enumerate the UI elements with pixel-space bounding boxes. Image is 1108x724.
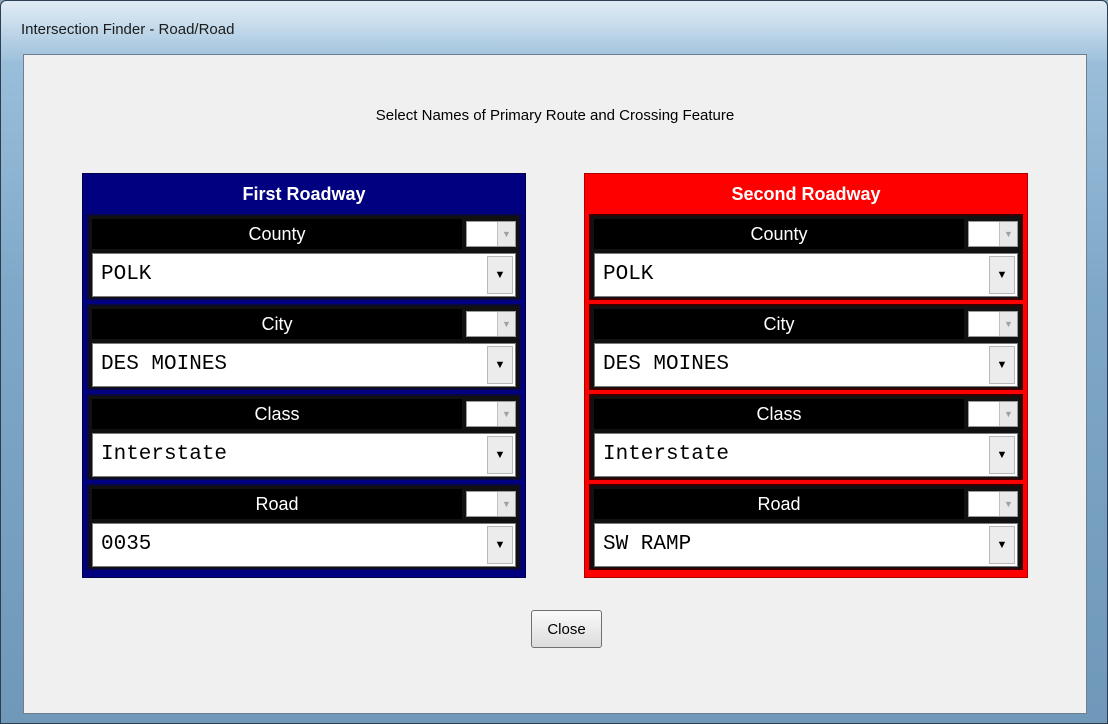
first-class-select[interactable]: Interstate ▼	[92, 433, 516, 477]
first-road-select[interactable]: 0035 ▼	[92, 523, 516, 567]
second-roadway-panel: Second Roadway County ▼ POLK ▼ City ▼ DE…	[584, 173, 1028, 578]
first-county-filter-dropdown[interactable]: ▼	[466, 221, 516, 247]
first-roadway-panel: First Roadway County ▼ POLK ▼ City ▼ DES…	[82, 173, 526, 578]
chevron-down-icon: ▼	[497, 492, 515, 516]
first-county-label: County	[92, 219, 462, 249]
first-city-value: DES MOINES	[101, 353, 228, 376]
first-city-filter-dropdown[interactable]: ▼	[466, 311, 516, 337]
chevron-down-icon: ▼	[497, 402, 515, 426]
chevron-down-icon[interactable]: ▼	[989, 526, 1015, 564]
first-road-filter-dropdown[interactable]: ▼	[466, 491, 516, 517]
second-county-filter-dropdown[interactable]: ▼	[968, 221, 1018, 247]
first-county-group: County ▼ POLK ▼	[87, 214, 521, 300]
chevron-down-icon[interactable]: ▼	[989, 346, 1015, 384]
second-class-value: Interstate	[603, 443, 730, 466]
second-class-group: Class ▼ Interstate ▼	[589, 394, 1023, 480]
window-title: Intersection Finder - Road/Road	[21, 21, 235, 38]
second-roadway-header: Second Roadway	[731, 184, 881, 204]
chevron-down-icon[interactable]: ▼	[487, 526, 513, 564]
second-city-filter-dropdown[interactable]: ▼	[968, 311, 1018, 337]
second-county-label: County	[594, 219, 964, 249]
second-class-label: Class	[594, 399, 964, 429]
chevron-down-icon: ▼	[999, 222, 1017, 246]
dialog-client-area: Select Names of Primary Route and Crossi…	[23, 54, 1087, 714]
first-class-filter-dropdown[interactable]: ▼	[466, 401, 516, 427]
instruction-text: Select Names of Primary Route and Crossi…	[375, 107, 735, 124]
title-bar[interactable]: Intersection Finder - Road/Road	[1, 1, 1107, 45]
chevron-down-icon: ▼	[999, 312, 1017, 336]
chevron-down-icon: ▼	[497, 312, 515, 336]
first-road-label: Road	[92, 489, 462, 519]
first-county-value: POLK	[101, 263, 152, 286]
second-county-group: County ▼ POLK ▼	[589, 214, 1023, 300]
chevron-down-icon[interactable]: ▼	[487, 346, 513, 384]
second-city-select[interactable]: DES MOINES ▼	[594, 343, 1018, 387]
first-roadway-header: First Roadway	[242, 184, 366, 204]
first-class-group: Class ▼ Interstate ▼	[87, 394, 521, 480]
second-class-select[interactable]: Interstate ▼	[594, 433, 1018, 477]
second-county-value: POLK	[603, 263, 654, 286]
chevron-down-icon[interactable]: ▼	[989, 256, 1015, 294]
chevron-down-icon[interactable]: ▼	[989, 436, 1015, 474]
window-frame: Intersection Finder - Road/Road Select N…	[0, 0, 1108, 724]
first-county-select[interactable]: POLK ▼	[92, 253, 516, 297]
second-city-group: City ▼ DES MOINES ▼	[589, 304, 1023, 390]
second-class-filter-dropdown[interactable]: ▼	[968, 401, 1018, 427]
chevron-down-icon: ▼	[999, 492, 1017, 516]
first-city-label: City	[92, 309, 462, 339]
second-road-value: SW RAMP	[603, 533, 692, 556]
second-city-value: DES MOINES	[603, 353, 730, 376]
chevron-down-icon[interactable]: ▼	[487, 256, 513, 294]
chevron-down-icon[interactable]: ▼	[487, 436, 513, 474]
first-class-value: Interstate	[101, 443, 228, 466]
first-class-label: Class	[92, 399, 462, 429]
second-road-select[interactable]: SW RAMP ▼	[594, 523, 1018, 567]
chevron-down-icon: ▼	[999, 402, 1017, 426]
second-road-filter-dropdown[interactable]: ▼	[968, 491, 1018, 517]
second-county-select[interactable]: POLK ▼	[594, 253, 1018, 297]
second-city-label: City	[594, 309, 964, 339]
first-city-select[interactable]: DES MOINES ▼	[92, 343, 516, 387]
chevron-down-icon: ▼	[497, 222, 515, 246]
first-city-group: City ▼ DES MOINES ▼	[87, 304, 521, 390]
first-road-group: Road ▼ 0035 ▼	[87, 484, 521, 570]
close-button[interactable]: Close	[531, 610, 602, 648]
first-road-value: 0035	[101, 533, 152, 556]
second-road-label: Road	[594, 489, 964, 519]
second-road-group: Road ▼ SW RAMP ▼	[589, 484, 1023, 570]
